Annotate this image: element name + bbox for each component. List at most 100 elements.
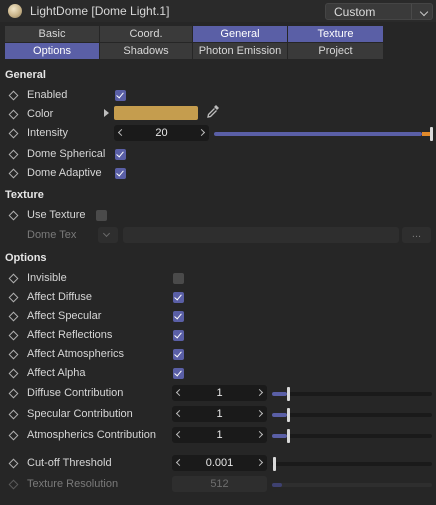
diffuse-contribution-slider[interactable] — [272, 387, 432, 401]
texture-resolution-slider-fill — [272, 483, 282, 487]
affect-alpha-label: Affect Alpha — [27, 367, 86, 379]
use-texture-checkbox[interactable] — [96, 210, 107, 221]
keyframe-diamond-icon[interactable] — [8, 330, 19, 341]
row-texture-resolution: Texture Resolution 512 — [0, 475, 436, 494]
preset-value: Custom — [334, 5, 376, 19]
section-title-texture: Texture — [5, 189, 44, 201]
texture-resolution-value: 512 — [210, 478, 229, 490]
keyframe-diamond-icon[interactable] — [8, 311, 19, 322]
intensity-overrange-marker — [422, 132, 430, 136]
texture-resolution-field: 512 — [172, 476, 267, 492]
diffuse-contribution-slider-knob[interactable] — [287, 387, 290, 401]
color-swatch[interactable] — [114, 106, 198, 120]
keyframe-diamond-icon[interactable] — [8, 368, 19, 379]
tab-coord[interactable]: Coord. — [100, 26, 192, 42]
dome-tex-browse-button[interactable]: ... — [402, 227, 431, 243]
dome-spherical-checkbox[interactable] — [115, 149, 126, 160]
color-label: Color — [27, 108, 54, 120]
invisible-checkbox[interactable] — [173, 273, 184, 284]
eyedropper-icon[interactable] — [206, 104, 220, 120]
section-title-general: General — [5, 69, 46, 81]
invisible-label: Invisible — [27, 272, 67, 284]
intensity-slider[interactable] — [214, 127, 433, 141]
cutoff-threshold-label: Cut-off Threshold — [27, 457, 112, 469]
intensity-slider-knob[interactable] — [430, 127, 433, 141]
keyframe-diamond-icon[interactable] — [8, 292, 19, 303]
tab-options[interactable]: Options — [5, 43, 99, 59]
atmospherics-contribution-slider[interactable] — [272, 429, 432, 443]
specular-contribution-slider-fill — [272, 413, 287, 417]
keyframe-diamond-icon[interactable] — [8, 90, 19, 101]
keyframe-diamond-icon[interactable] — [8, 273, 19, 284]
dome-tex-dropdown[interactable] — [98, 227, 118, 243]
intensity-field[interactable]: 20 — [114, 125, 209, 141]
cutoff-threshold-field[interactable]: 0.001 — [172, 455, 267, 471]
dome-tex-label: Dome Tex — [27, 229, 77, 241]
row-diffuse-contribution: Diffuse Contribution 1 — [0, 384, 436, 403]
intensity-value: 20 — [155, 127, 168, 139]
row-dome-spherical: Dome Spherical — [0, 145, 436, 164]
keyframe-diamond-icon[interactable] — [8, 168, 19, 179]
texture-resolution-label: Texture Resolution — [27, 478, 119, 490]
keyframe-diamond-icon[interactable] — [8, 210, 19, 221]
texture-resolution-slider — [272, 483, 432, 487]
atmospherics-contribution-field[interactable]: 1 — [172, 427, 267, 443]
keyframe-diamond-icon[interactable] — [8, 149, 19, 160]
dome-tex-path-field[interactable] — [123, 227, 399, 243]
cutoff-threshold-slider[interactable] — [272, 457, 432, 471]
tab-project[interactable]: Project — [288, 43, 383, 59]
enabled-label: Enabled — [27, 89, 68, 101]
row-specular-contribution: Specular Contribution 1 — [0, 405, 436, 424]
intensity-label: Intensity — [27, 127, 68, 139]
cutoff-threshold-slider-knob[interactable] — [273, 457, 276, 471]
dome-spherical-label: Dome Spherical — [27, 148, 106, 160]
row-affect-specular: Affect Specular — [0, 307, 436, 326]
diffuse-contribution-field[interactable]: 1 — [172, 385, 267, 401]
row-cutoff-threshold: Cut-off Threshold 0.001 — [0, 454, 436, 473]
tab-texture[interactable]: Texture — [288, 26, 383, 42]
affect-reflections-checkbox[interactable] — [173, 330, 184, 341]
keyframe-diamond-icon[interactable] — [8, 388, 19, 399]
affect-atmospherics-checkbox[interactable] — [173, 349, 184, 360]
tab-general[interactable]: General — [193, 26, 287, 42]
row-intensity: Intensity 20 — [0, 124, 436, 143]
affect-specular-checkbox[interactable] — [173, 311, 184, 322]
keyframe-diamond-icon[interactable] — [8, 458, 19, 469]
affect-atmospherics-label: Affect Atmospherics — [27, 348, 125, 360]
row-affect-alpha: Affect Alpha — [0, 364, 436, 383]
affect-diffuse-checkbox[interactable] — [173, 292, 184, 303]
keyframe-diamond-icon[interactable] — [8, 349, 19, 360]
diffuse-contribution-slider-fill — [272, 392, 287, 396]
keyframe-diamond-icon[interactable] — [8, 409, 19, 420]
row-invisible: Invisible — [0, 269, 436, 288]
dome-light-icon — [8, 4, 22, 18]
specular-contribution-slider-knob[interactable] — [287, 408, 290, 422]
intensity-slider-fill — [214, 132, 422, 136]
chevron-down-icon — [102, 229, 111, 238]
tab-shadows[interactable]: Shadows — [100, 43, 192, 59]
row-use-texture: Use Texture — [0, 206, 436, 225]
tab-photon-emission[interactable]: Photon Emission — [193, 43, 287, 59]
keyframe-diamond-icon[interactable] — [8, 109, 19, 120]
window-title: LightDome [Dome Light.1] — [30, 4, 170, 18]
affect-alpha-checkbox[interactable] — [173, 368, 184, 379]
keyframe-diamond-icon[interactable] — [8, 128, 19, 139]
cutoff-threshold-value: 0.001 — [205, 457, 234, 469]
row-affect-atmospherics: Affect Atmospherics — [0, 345, 436, 364]
expand-triangle-icon[interactable] — [104, 109, 109, 117]
window-header: LightDome [Dome Light.1] Custom — [0, 0, 436, 22]
atmospherics-contribution-label: Atmospherics Contribution — [27, 429, 157, 441]
dome-adaptive-checkbox[interactable] — [115, 168, 126, 179]
specular-contribution-field[interactable]: 1 — [172, 406, 267, 422]
specular-contribution-slider[interactable] — [272, 408, 432, 422]
preset-dropdown[interactable]: Custom — [325, 3, 433, 20]
specular-contribution-label: Specular Contribution — [27, 408, 133, 420]
row-affect-diffuse: Affect Diffuse — [0, 288, 436, 307]
atmospherics-contribution-value: 1 — [216, 429, 223, 441]
row-affect-reflections: Affect Reflections — [0, 326, 436, 345]
enabled-checkbox[interactable] — [115, 90, 126, 101]
atmospherics-contribution-slider-knob[interactable] — [287, 429, 290, 443]
tab-basic[interactable]: Basic — [5, 26, 99, 42]
keyframe-diamond-icon[interactable] — [8, 430, 19, 441]
row-enabled: Enabled — [0, 86, 436, 105]
